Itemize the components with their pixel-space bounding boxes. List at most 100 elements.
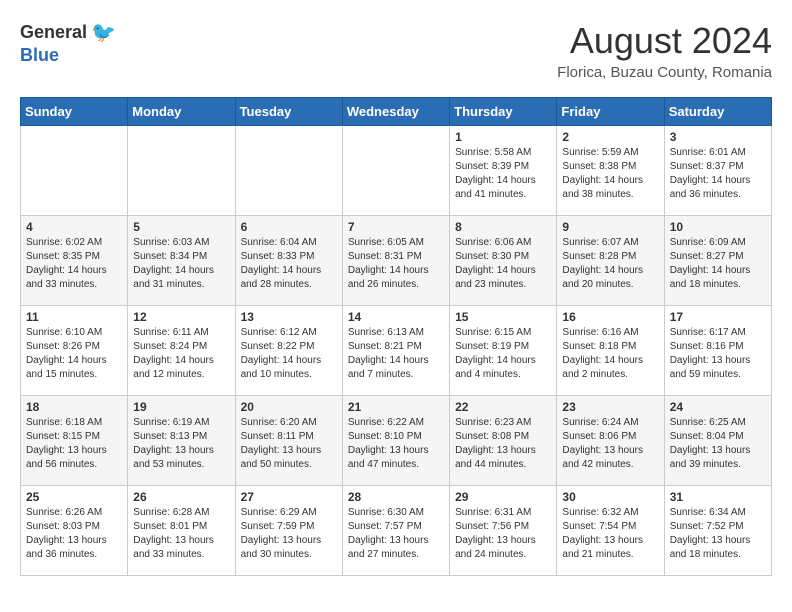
day-number: 13 xyxy=(241,310,337,324)
day-cell: 5 Sunrise: 6:03 AMSunset: 8:34 PMDaylight… xyxy=(128,216,235,306)
day-info: Sunrise: 6:31 AMSunset: 7:56 PMDaylight:… xyxy=(455,506,551,562)
day-number: 22 xyxy=(455,400,551,414)
day-cell xyxy=(128,126,235,216)
day-info: Sunrise: 6:04 AMSunset: 8:33 PMDaylight:… xyxy=(241,236,337,292)
week-row-5: 25 Sunrise: 6:26 AMSunset: 8:03 PMDayligh… xyxy=(21,486,772,576)
calendar-table: SundayMondayTuesdayWednesdayThursdayFrid… xyxy=(20,97,772,576)
day-info: Sunrise: 6:16 AMSunset: 8:18 PMDaylight:… xyxy=(562,326,658,382)
week-row-1: 1 Sunrise: 5:58 AMSunset: 8:39 PMDaylight… xyxy=(21,126,772,216)
day-info: Sunrise: 6:26 AMSunset: 8:03 PMDaylight:… xyxy=(26,506,122,562)
day-number: 23 xyxy=(562,400,658,414)
day-cell: 11 Sunrise: 6:10 AMSunset: 8:26 PMDayligh… xyxy=(21,306,128,396)
header-thursday: Thursday xyxy=(450,98,557,126)
day-number: 3 xyxy=(670,130,766,144)
day-cell xyxy=(21,126,128,216)
day-info: Sunrise: 6:10 AMSunset: 8:26 PMDaylight:… xyxy=(26,326,122,382)
day-info: Sunrise: 6:23 AMSunset: 8:08 PMDaylight:… xyxy=(455,416,551,472)
day-number: 19 xyxy=(133,400,229,414)
day-cell: 7 Sunrise: 6:05 AMSunset: 8:31 PMDaylight… xyxy=(342,216,449,306)
day-info: Sunrise: 5:59 AMSunset: 8:38 PMDaylight:… xyxy=(562,146,658,202)
day-number: 9 xyxy=(562,220,658,234)
day-info: Sunrise: 6:32 AMSunset: 7:54 PMDaylight:… xyxy=(562,506,658,562)
day-number: 29 xyxy=(455,490,551,504)
day-cell xyxy=(235,126,342,216)
day-number: 2 xyxy=(562,130,658,144)
week-row-3: 11 Sunrise: 6:10 AMSunset: 8:26 PMDayligh… xyxy=(21,306,772,396)
day-number: 27 xyxy=(241,490,337,504)
day-number: 11 xyxy=(26,310,122,324)
day-number: 12 xyxy=(133,310,229,324)
day-info: Sunrise: 6:22 AMSunset: 8:10 PMDaylight:… xyxy=(348,416,444,472)
day-number: 31 xyxy=(670,490,766,504)
day-info: Sunrise: 6:13 AMSunset: 8:21 PMDaylight:… xyxy=(348,326,444,382)
day-cell xyxy=(342,126,449,216)
day-info: Sunrise: 6:25 AMSunset: 8:04 PMDaylight:… xyxy=(670,416,766,472)
day-cell: 30Sunrise: 6:32 AMSunset: 7:54 PMDayligh… xyxy=(557,486,664,576)
day-cell: 19 Sunrise: 6:19 AMSunset: 8:13 PMDayligh… xyxy=(128,396,235,486)
day-info: Sunrise: 6:34 AMSunset: 7:52 PMDaylight:… xyxy=(670,506,766,562)
day-number: 10 xyxy=(670,220,766,234)
title-block: August 2024 Florica, Buzau County, Roman… xyxy=(557,20,772,81)
day-number: 18 xyxy=(26,400,122,414)
day-cell: 10Sunrise: 6:09 AMSunset: 8:27 PMDayligh… xyxy=(664,216,771,306)
day-cell: 31 Sunrise: 6:34 AMSunset: 7:52 PMDayligh… xyxy=(664,486,771,576)
day-cell: 9 Sunrise: 6:07 AMSunset: 8:28 PMDaylight… xyxy=(557,216,664,306)
day-info: Sunrise: 6:02 AMSunset: 8:35 PMDaylight:… xyxy=(26,236,122,292)
calendar-header-row: SundayMondayTuesdayWednesdayThursdayFrid… xyxy=(21,98,772,126)
day-info: Sunrise: 6:07 AMSunset: 8:28 PMDaylight:… xyxy=(562,236,658,292)
logo-bird-icon: 🐦 xyxy=(91,20,116,45)
day-cell: 25 Sunrise: 6:26 AMSunset: 8:03 PMDayligh… xyxy=(21,486,128,576)
day-cell: 27Sunrise: 6:29 AMSunset: 7:59 PMDayligh… xyxy=(235,486,342,576)
day-number: 25 xyxy=(26,490,122,504)
day-info: Sunrise: 6:03 AMSunset: 8:34 PMDaylight:… xyxy=(133,236,229,292)
day-number: 8 xyxy=(455,220,551,234)
week-row-4: 18 Sunrise: 6:18 AMSunset: 8:15 PMDayligh… xyxy=(21,396,772,486)
day-number: 7 xyxy=(348,220,444,234)
day-cell: 2 Sunrise: 5:59 AMSunset: 8:38 PMDaylight… xyxy=(557,126,664,216)
day-info: Sunrise: 6:18 AMSunset: 8:15 PMDaylight:… xyxy=(26,416,122,472)
day-cell: 13 Sunrise: 6:12 AMSunset: 8:22 PMDayligh… xyxy=(235,306,342,396)
day-number: 4 xyxy=(26,220,122,234)
day-cell: 6 Sunrise: 6:04 AMSunset: 8:33 PMDaylight… xyxy=(235,216,342,306)
day-info: Sunrise: 6:28 AMSunset: 8:01 PMDaylight:… xyxy=(133,506,229,562)
day-cell: 15Sunrise: 6:15 AMSunset: 8:19 PMDayligh… xyxy=(450,306,557,396)
header-wednesday: Wednesday xyxy=(342,98,449,126)
header-tuesday: Tuesday xyxy=(235,98,342,126)
day-cell: 14 Sunrise: 6:13 AMSunset: 8:21 PMDayligh… xyxy=(342,306,449,396)
day-cell: 17 Sunrise: 6:17 AMSunset: 8:16 PMDayligh… xyxy=(664,306,771,396)
day-number: 28 xyxy=(348,490,444,504)
day-info: Sunrise: 6:30 AMSunset: 7:57 PMDaylight:… xyxy=(348,506,444,562)
day-number: 6 xyxy=(241,220,337,234)
day-number: 24 xyxy=(670,400,766,414)
day-cell: 8 Sunrise: 6:06 AMSunset: 8:30 PMDaylight… xyxy=(450,216,557,306)
day-cell: 12Sunrise: 6:11 AMSunset: 8:24 PMDayligh… xyxy=(128,306,235,396)
day-number: 16 xyxy=(562,310,658,324)
day-number: 5 xyxy=(133,220,229,234)
day-info: Sunrise: 6:01 AMSunset: 8:37 PMDaylight:… xyxy=(670,146,766,202)
header-saturday: Saturday xyxy=(664,98,771,126)
day-number: 21 xyxy=(348,400,444,414)
day-cell: 24 Sunrise: 6:25 AMSunset: 8:04 PMDayligh… xyxy=(664,396,771,486)
day-cell: 16 Sunrise: 6:16 AMSunset: 8:18 PMDayligh… xyxy=(557,306,664,396)
day-cell: 29 Sunrise: 6:31 AMSunset: 7:56 PMDayligh… xyxy=(450,486,557,576)
day-info: Sunrise: 6:06 AMSunset: 8:30 PMDaylight:… xyxy=(455,236,551,292)
day-number: 20 xyxy=(241,400,337,414)
day-info: Sunrise: 5:58 AMSunset: 8:39 PMDaylight:… xyxy=(455,146,551,202)
day-cell: 23Sunrise: 6:24 AMSunset: 8:06 PMDayligh… xyxy=(557,396,664,486)
day-info: Sunrise: 6:05 AMSunset: 8:31 PMDaylight:… xyxy=(348,236,444,292)
day-cell: 4 Sunrise: 6:02 AMSunset: 8:35 PMDaylight… xyxy=(21,216,128,306)
day-cell: 3 Sunrise: 6:01 AMSunset: 8:37 PMDaylight… xyxy=(664,126,771,216)
day-cell: 22 Sunrise: 6:23 AMSunset: 8:08 PMDayligh… xyxy=(450,396,557,486)
day-number: 1 xyxy=(455,130,551,144)
day-cell: 28 Sunrise: 6:30 AMSunset: 7:57 PMDayligh… xyxy=(342,486,449,576)
day-info: Sunrise: 6:17 AMSunset: 8:16 PMDaylight:… xyxy=(670,326,766,382)
day-cell: 21 Sunrise: 6:22 AMSunset: 8:10 PMDayligh… xyxy=(342,396,449,486)
day-info: Sunrise: 6:12 AMSunset: 8:22 PMDaylight:… xyxy=(241,326,337,382)
day-info: Sunrise: 6:19 AMSunset: 8:13 PMDaylight:… xyxy=(133,416,229,472)
logo: General 🐦 Blue xyxy=(20,20,116,66)
logo-blue-text: Blue xyxy=(20,45,59,66)
day-number: 17 xyxy=(670,310,766,324)
day-number: 14 xyxy=(348,310,444,324)
day-cell: 18 Sunrise: 6:18 AMSunset: 8:15 PMDayligh… xyxy=(21,396,128,486)
day-number: 26 xyxy=(133,490,229,504)
